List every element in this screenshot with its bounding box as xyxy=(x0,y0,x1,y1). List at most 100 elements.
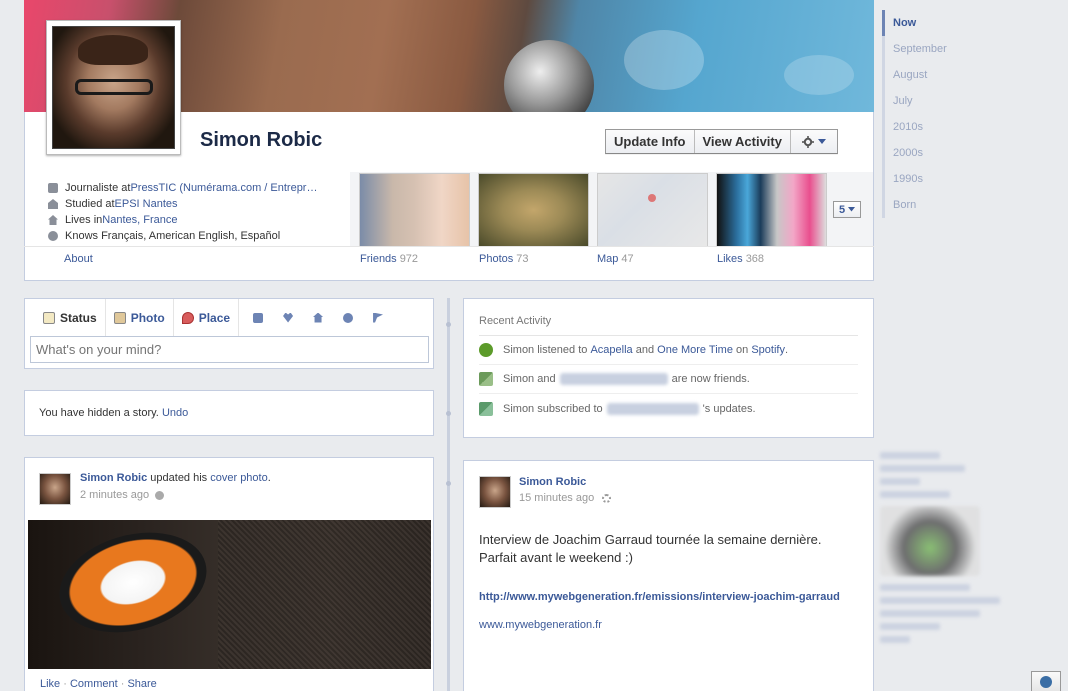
author-link[interactable]: Simon Robic xyxy=(80,472,147,484)
blurred-friend-name[interactable] xyxy=(559,373,668,385)
briefcase-icon xyxy=(48,183,58,193)
life-event-home-icon[interactable] xyxy=(313,312,324,323)
globe-icon[interactable] xyxy=(155,490,165,500)
photos-count: 73 xyxy=(516,253,529,265)
date-nav-july[interactable]: July xyxy=(882,88,1002,114)
song-link-one-more-time[interactable]: One More Time xyxy=(657,344,733,356)
profile-picture[interactable] xyxy=(46,20,181,155)
photos-link[interactable]: Photos 73 xyxy=(479,253,529,265)
avatar[interactable] xyxy=(479,476,511,508)
song-link-acapella[interactable]: Acapella xyxy=(590,344,632,356)
cover-photo-story: Simon Robic updated his cover photo. 2 m… xyxy=(24,457,434,691)
ad-image xyxy=(880,506,980,576)
activity-text: Simon and xyxy=(503,373,556,385)
sponsored-ad[interactable] xyxy=(880,452,1010,662)
radio-logo-shape xyxy=(48,520,218,648)
share-link[interactable]: Share xyxy=(127,678,156,690)
photos-tile[interactable] xyxy=(478,173,589,247)
activity-text: Simon subscribed to xyxy=(503,402,603,415)
gear-icon[interactable] xyxy=(602,493,612,503)
info-languages-text: Knows Français, American English, Españo… xyxy=(65,230,281,242)
tab-status[interactable]: Status xyxy=(35,299,106,336)
date-nav-2010s[interactable]: 2010s xyxy=(882,114,1002,140)
chevron-down-icon xyxy=(817,138,826,144)
more-count: 5 xyxy=(838,203,846,216)
likes-tile[interactable] xyxy=(716,173,827,247)
friends-label: Friends xyxy=(360,253,397,265)
likes-label: Likes xyxy=(717,253,743,265)
recent-activity-box: Recent Activity Simon listened to Acapel… xyxy=(463,298,874,438)
timeline-date-nav: Now September August July 2010s 2000s 19… xyxy=(882,10,1002,218)
ad-line xyxy=(880,610,980,617)
tab-photo-label: Photo xyxy=(130,310,165,325)
avatar[interactable] xyxy=(39,473,71,505)
comment-link[interactable]: Comment xyxy=(70,678,118,690)
like-link[interactable]: Like xyxy=(40,678,60,690)
subscribe-icon xyxy=(479,401,493,416)
map-tile[interactable] xyxy=(597,173,708,247)
date-nav-2000s[interactable]: 2000s xyxy=(882,140,1002,166)
profile-name[interactable]: Simon Robic xyxy=(200,129,322,152)
city-link[interactable]: Nantes, France xyxy=(102,214,177,226)
school-link[interactable]: EPSI Nantes xyxy=(115,198,178,210)
status-input[interactable] xyxy=(30,336,429,363)
chat-sidebar-button[interactable] xyxy=(1031,671,1061,691)
date-nav-born[interactable]: Born xyxy=(882,192,1002,218)
shared-link-title[interactable]: http://www.mywebgeneration.fr/emissions/… xyxy=(479,591,859,604)
life-event-relationship-icon[interactable] xyxy=(283,312,294,323)
friends-icon xyxy=(479,372,493,386)
friends-count: 972 xyxy=(399,253,419,265)
ad-line xyxy=(880,584,970,591)
timestamp-link[interactable]: 2 minutes ago xyxy=(80,489,149,501)
friends-tile[interactable] xyxy=(359,173,470,247)
view-activity-button[interactable]: View Activity xyxy=(695,130,791,153)
info-location: Lives in Nantes, France xyxy=(48,212,348,228)
date-nav-august[interactable]: August xyxy=(882,62,1002,88)
cover-microphone-shape xyxy=(504,40,594,112)
story-timestamp: 15 minutes ago xyxy=(519,492,612,504)
life-event-work-icon[interactable] xyxy=(253,312,264,323)
status-icon xyxy=(43,311,55,324)
settings-dropdown-button[interactable] xyxy=(791,130,837,153)
life-event-milestone-flag-icon[interactable] xyxy=(373,312,384,323)
status-composer: Status Photo Place xyxy=(24,298,434,369)
about-link[interactable]: About xyxy=(64,253,93,265)
spotify-link[interactable]: Spotify xyxy=(751,344,785,356)
list-item: Simon listened to Acapella and One More … xyxy=(479,336,858,365)
date-nav-1990s[interactable]: 1990s xyxy=(882,166,1002,192)
profile-hair xyxy=(78,35,148,65)
timeline-dot xyxy=(446,481,451,486)
author-link[interactable]: Simon Robic xyxy=(519,476,586,488)
about-divider xyxy=(24,246,874,247)
cover-photo-link[interactable]: cover photo xyxy=(210,472,267,484)
info-languages: Knows Français, American English, Españo… xyxy=(48,228,348,244)
date-nav-september[interactable]: September xyxy=(882,36,1002,62)
life-event-health-icon[interactable] xyxy=(343,312,354,323)
globe-icon xyxy=(48,231,58,241)
timestamp-link[interactable]: 15 minutes ago xyxy=(519,492,594,504)
likes-link[interactable]: Likes 368 xyxy=(717,253,764,265)
list-item: Simon subscribed to 's updates. xyxy=(479,394,858,423)
hidden-story-text: You have hidden a story. xyxy=(39,407,162,419)
list-item: Simon and are now friends. xyxy=(479,365,858,394)
tab-place[interactable]: Place xyxy=(174,299,240,336)
more-tiles-button[interactable]: 5 xyxy=(833,201,861,218)
blurred-subscribed-name[interactable] xyxy=(606,402,699,415)
action-separator: · xyxy=(60,678,70,690)
info-location-prefix: Lives in xyxy=(65,214,103,226)
ad-line xyxy=(880,623,940,630)
update-info-button[interactable]: Update Info xyxy=(606,130,695,153)
profile-picture-image xyxy=(52,26,175,149)
story-photo[interactable] xyxy=(28,520,431,669)
undo-link[interactable]: Undo xyxy=(162,407,188,419)
map-link[interactable]: Map 47 xyxy=(597,253,634,265)
date-nav-now[interactable]: Now xyxy=(882,10,1002,36)
tab-photo[interactable]: Photo xyxy=(106,299,174,336)
action-separator: · xyxy=(117,678,128,690)
story-action-text: updated his xyxy=(147,472,211,484)
shared-link-domain[interactable]: www.mywebgeneration.fr xyxy=(479,619,602,631)
employer-link[interactable]: PressTIC (Numérama.com / Entrepr… xyxy=(130,182,317,194)
profile-info-list: Journaliste at PressTIC (Numérama.com / … xyxy=(48,180,348,244)
spotify-icon xyxy=(479,343,493,357)
friends-link[interactable]: Friends 972 xyxy=(360,253,418,265)
